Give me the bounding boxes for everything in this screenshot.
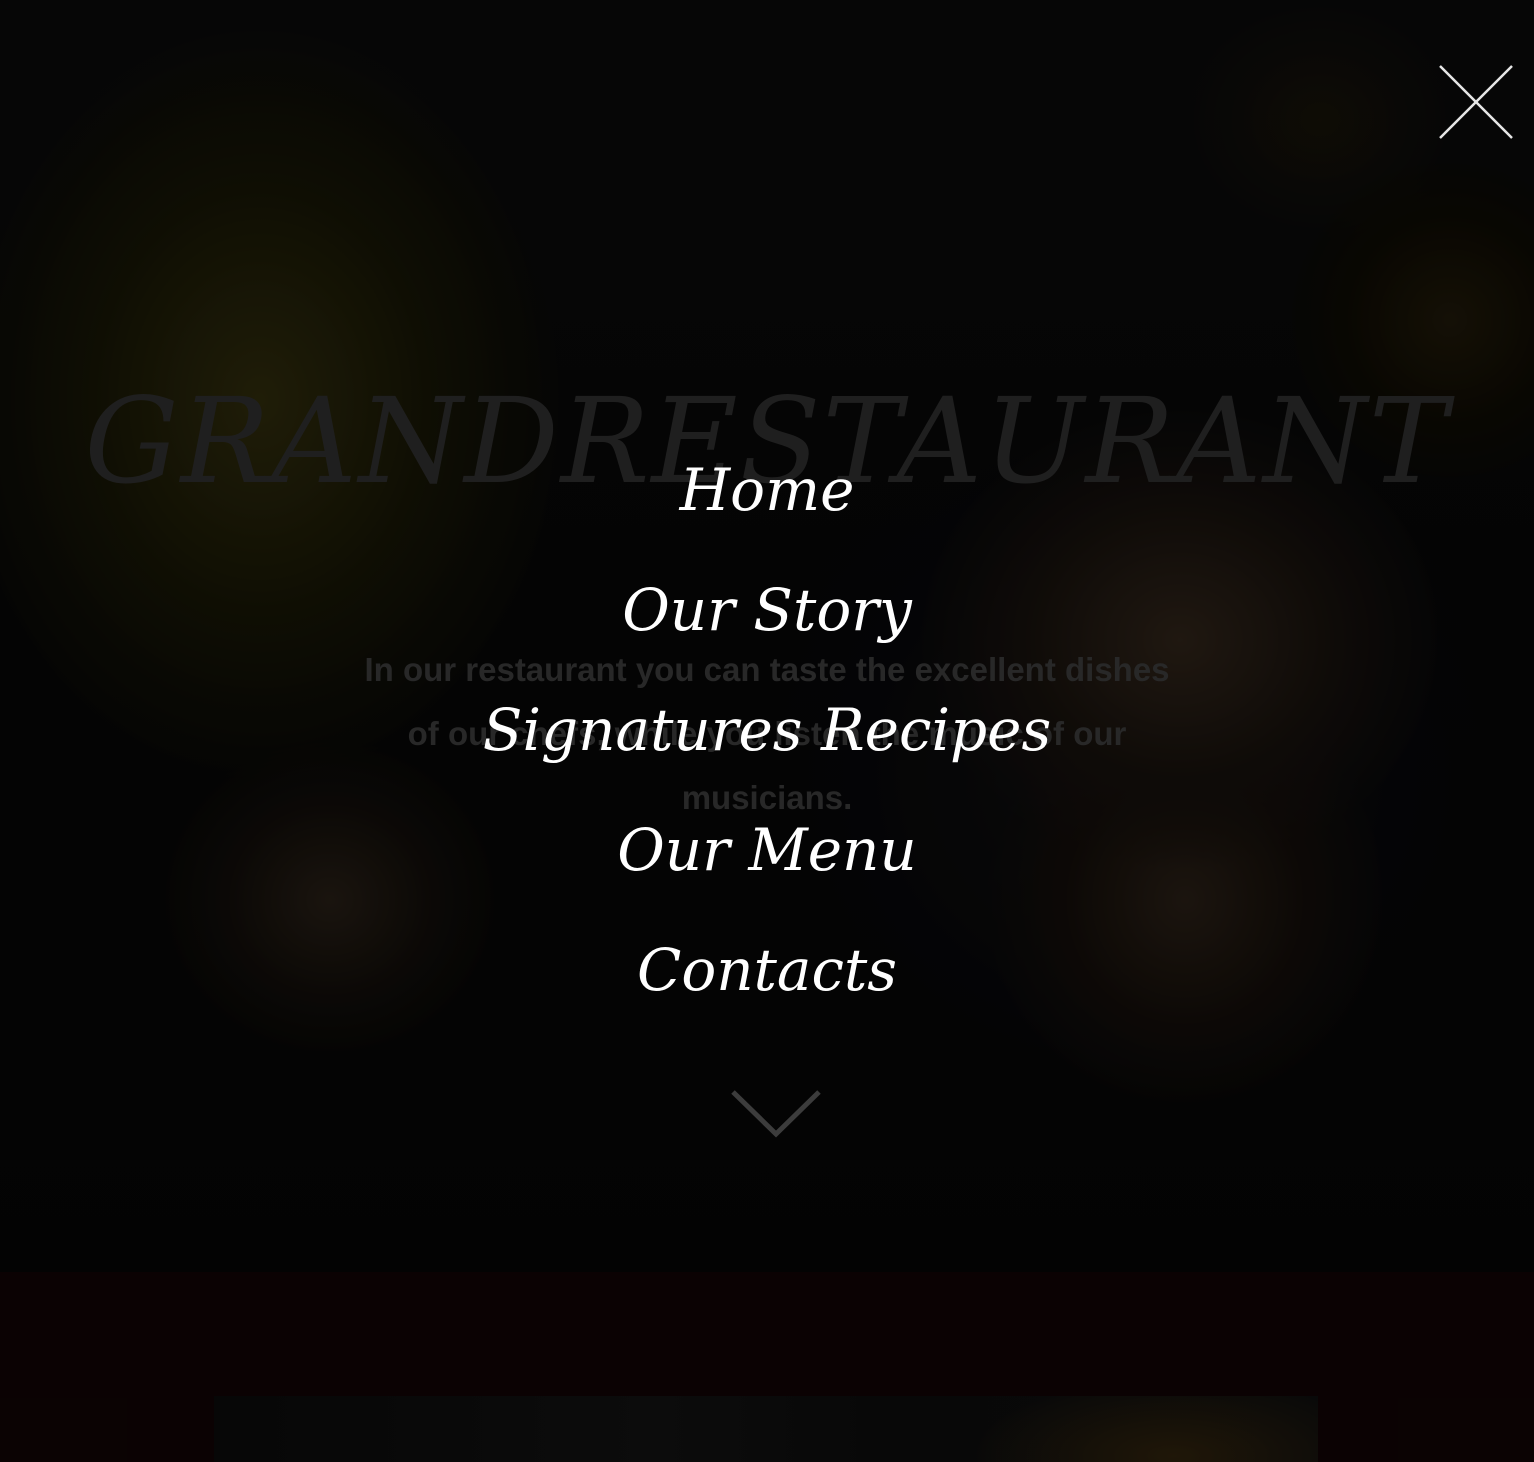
nav-item-signatures-recipes: Signatures Recipes — [0, 670, 1534, 790]
nav-item-contacts: Contacts — [0, 910, 1534, 1030]
overlay-nav: Home Our Story Signatures Recipes Our Me… — [0, 430, 1534, 1030]
nav-item-our-menu: Our Menu — [0, 790, 1534, 910]
scroll-down-button[interactable] — [729, 1086, 823, 1142]
close-menu-button[interactable] — [1436, 62, 1516, 142]
menu-overlay: Home Our Story Signatures Recipes Our Me… — [0, 0, 1534, 1462]
nav-link-our-menu[interactable]: Our Menu — [617, 816, 917, 884]
chevron-down-icon — [731, 1090, 821, 1138]
nav-item-our-story: Our Story — [0, 550, 1534, 670]
nav-item-home: Home — [0, 430, 1534, 550]
nav-link-contacts[interactable]: Contacts — [637, 936, 897, 1004]
page: GRANDRESTAURANT In our restaurant you ca… — [0, 0, 1534, 1462]
nav-link-our-story[interactable]: Our Story — [622, 576, 912, 644]
nav-link-home[interactable]: Home — [680, 456, 855, 524]
nav-link-signatures-recipes[interactable]: Signatures Recipes — [483, 696, 1052, 764]
close-icon — [1439, 65, 1513, 139]
